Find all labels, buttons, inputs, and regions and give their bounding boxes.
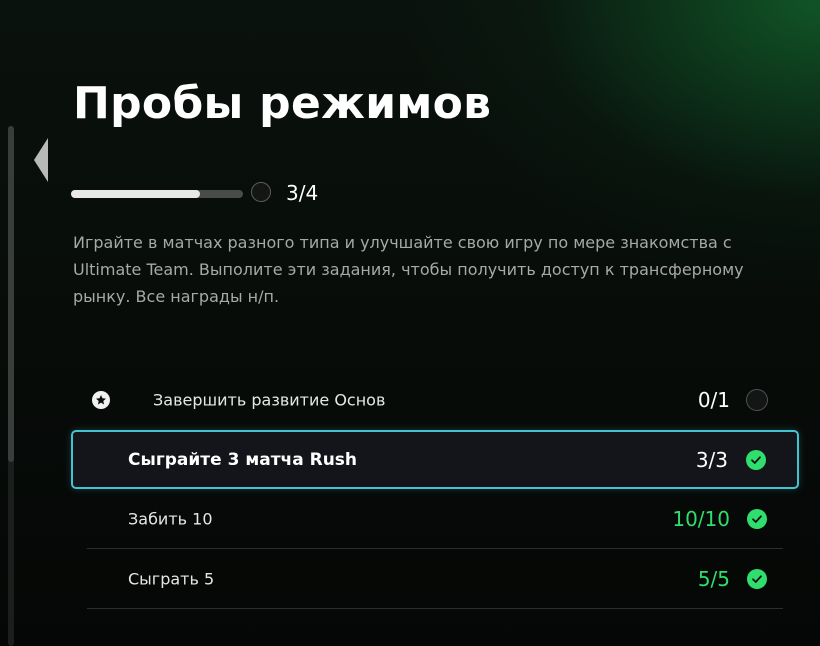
progress-bar-fill: [71, 190, 200, 198]
back-arrow-icon[interactable]: [34, 138, 48, 182]
task-count: 3/3: [695, 447, 728, 472]
page-title: Пробы режимов: [73, 78, 492, 129]
divider: [87, 608, 783, 609]
task-label: Сыграть 5: [128, 569, 215, 589]
star-badge-icon: [92, 391, 110, 409]
progress-bar: [71, 190, 243, 198]
task-item-play-rush-matches[interactable]: Сыграйте 3 матча Rush 3/3: [71, 430, 799, 489]
task-item-score-10[interactable]: Забить 10 10/10: [72, 490, 798, 548]
description-text: Играйте в матчах разного типа и улучшайт…: [73, 233, 744, 306]
task-label: Забить 10: [128, 509, 213, 529]
task-label: Сыграйте 3 матча Rush: [128, 449, 358, 470]
incomplete-circle-icon: [746, 389, 768, 411]
divider: [87, 548, 783, 549]
checkmark-icon: [747, 569, 767, 589]
scrollbar-thumb[interactable]: [8, 126, 14, 462]
progress-count: 3/4: [286, 181, 319, 205]
task-count: 10/10: [672, 507, 730, 531]
task-count: 0/1: [697, 388, 730, 412]
checkmark-icon: [747, 509, 767, 529]
task-label: Завершить развитие Основ: [153, 390, 386, 410]
progress-circle-icon: [251, 182, 271, 202]
checkmark-icon: [746, 449, 766, 470]
task-count: 5/5: [697, 567, 730, 591]
task-item-complete-basics[interactable]: Завершить развитие Основ 0/1: [72, 371, 798, 429]
task-item-play-5[interactable]: Сыграть 5 5/5: [72, 550, 798, 608]
